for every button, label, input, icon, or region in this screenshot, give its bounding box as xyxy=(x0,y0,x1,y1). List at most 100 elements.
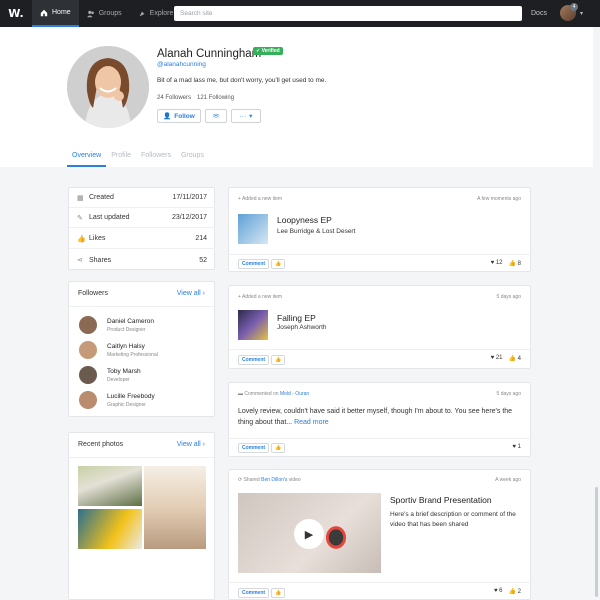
tab-followers[interactable]: Followers xyxy=(136,152,176,167)
play-button[interactable]: ▶ xyxy=(294,519,324,549)
video-thumbnail[interactable]: ▶ xyxy=(238,493,381,573)
groups-icon xyxy=(86,10,94,17)
photo-thumbnail[interactable] xyxy=(144,466,206,549)
logo[interactable]: W. xyxy=(0,0,32,27)
photo-thumbnail[interactable] xyxy=(78,509,142,549)
nav-tab-groups[interactable]: Groups xyxy=(79,0,130,27)
nav-tab-label: Explore xyxy=(149,10,174,17)
thumbs-up-icon: 👍 xyxy=(275,357,282,363)
album-cover[interactable] xyxy=(238,310,268,340)
avatar xyxy=(79,391,97,409)
scrollbar-thumb[interactable] xyxy=(595,487,598,597)
divider xyxy=(229,582,530,583)
feed-subtitle: Joseph Ashworth xyxy=(277,324,327,331)
profile-avatar xyxy=(67,46,149,128)
follower-item[interactable]: Caitlyn Halsy Marketing Professional xyxy=(79,341,158,359)
divider xyxy=(69,306,214,307)
divider xyxy=(229,438,530,439)
heart-count: ♥ 1 xyxy=(512,444,521,450)
feed-title[interactable]: Loopyness EP xyxy=(277,215,332,225)
photo-thumbnail[interactable] xyxy=(78,466,142,506)
thumbs-up-icon: 👍 xyxy=(275,445,282,451)
tab-groups[interactable]: Groups xyxy=(176,152,209,167)
info-row-created: ▦ Created 17/11/2017 xyxy=(69,188,215,208)
heart-count: ♥ 6 xyxy=(493,588,503,594)
tab-profile[interactable]: Profile xyxy=(106,152,136,167)
tab-overview[interactable]: Overview xyxy=(67,152,107,167)
feed-meta: ⟳ Shared Ben Dillon's video xyxy=(238,477,301,483)
following-count[interactable]: 121 Following xyxy=(197,95,234,101)
profile-actions: 👤 Follow ✉ ··· ▾ xyxy=(157,109,261,123)
feed-actions: Comment 👍 xyxy=(238,443,286,453)
calendar-icon: ▦ xyxy=(77,194,84,202)
avatar xyxy=(79,316,97,334)
feed-item: ⟳ Shared Ben Dillon's video A week ago ▶… xyxy=(228,469,531,600)
add-user-icon: 👤 xyxy=(163,113,172,120)
feed-title[interactable]: Sportiv Brand Presentation xyxy=(390,495,492,505)
view-all-link[interactable]: View all › xyxy=(177,290,205,297)
comment-button[interactable]: Comment xyxy=(238,443,270,453)
card-title: Recent photos xyxy=(78,441,124,448)
like-count: 👍 4 xyxy=(508,356,521,362)
chevron-down-icon[interactable]: ▾ xyxy=(580,10,583,17)
comment-button[interactable]: Comment xyxy=(238,588,270,598)
like-button[interactable]: 👍 xyxy=(271,355,286,365)
envelope-icon: ✉ xyxy=(213,113,219,120)
like-button[interactable]: 👍 xyxy=(271,259,286,269)
divider xyxy=(69,457,214,458)
docs-link[interactable]: Docs xyxy=(531,0,547,27)
card-title: Followers xyxy=(78,290,108,297)
scrollbar[interactable] xyxy=(593,27,600,600)
feed-counts: ♥ 12 👍 8 xyxy=(491,260,521,267)
plus-icon: + xyxy=(238,196,241,202)
like-button[interactable]: 👍 xyxy=(271,443,286,453)
feed-meta: + Added a new item xyxy=(238,294,283,300)
message-button[interactable]: ✉ xyxy=(205,109,227,123)
info-row-shares: ⋖ Shares 52 xyxy=(77,256,207,265)
feed-actions: Comment 👍 xyxy=(238,355,286,365)
heart-count: ♥ 12 xyxy=(490,260,503,266)
recent-photos-card: Recent photos View all › xyxy=(68,432,215,600)
follower-item[interactable]: Toby Marsh Developer xyxy=(79,366,141,384)
share-icon: ⟳ xyxy=(238,477,243,483)
follower-item[interactable]: Lucille Freebody Graphic Designer xyxy=(79,391,155,409)
like-count: 👍 8 xyxy=(508,261,521,267)
feed-time: A few moments ago xyxy=(477,196,521,202)
play-icon: ▶ xyxy=(304,528,314,541)
divider xyxy=(229,254,530,255)
heart-count: ♥ 21 xyxy=(490,355,503,361)
info-row-likes: 👍 Likes 214 xyxy=(69,229,215,249)
album-cover[interactable] xyxy=(238,214,268,244)
feed-counts: ♥ 1 xyxy=(512,444,521,450)
feed-time: A week ago xyxy=(495,477,521,483)
feed-time: 5 days ago xyxy=(496,294,521,300)
profile-tabs: Overview Profile Followers Groups xyxy=(67,152,209,167)
follow-button[interactable]: 👤 Follow xyxy=(157,109,201,123)
feed-comment: Lovely review, couldn't have said it bet… xyxy=(238,408,513,426)
profile-header: Alanah Cunningham ✓ Verified @alanahcunn… xyxy=(0,27,600,167)
feed-title[interactable]: Falling EP xyxy=(277,313,316,323)
comment-icon: ▬ xyxy=(238,391,243,397)
avatar xyxy=(79,366,97,384)
read-more-link[interactable]: Read more xyxy=(294,419,329,426)
feed-actions: Comment 👍 xyxy=(238,259,286,269)
search-input[interactable]: Search site xyxy=(174,6,522,21)
nav-tab-label: Groups xyxy=(98,10,122,17)
followers-card: Followers View all › Daniel Cameron Produ… xyxy=(68,281,215,417)
profile-handle[interactable]: @alanahcunning xyxy=(157,61,206,68)
like-count: 👍 2 xyxy=(508,589,521,595)
followers-count[interactable]: 24 Followers xyxy=(157,95,191,101)
divider xyxy=(229,349,530,350)
view-all-link[interactable]: View all › xyxy=(177,441,205,448)
feed-counts: ♥ 21 👍 4 xyxy=(491,355,521,362)
more-button[interactable]: ··· ▾ xyxy=(231,109,261,123)
nav-tab-label: Home xyxy=(52,9,71,16)
feed-item: ▬ Commented on Mold - Ouran 5 days ago L… xyxy=(228,382,531,457)
feed-time: 5 days ago xyxy=(496,391,521,397)
comment-button[interactable]: Comment xyxy=(238,355,270,365)
nav-tab-home[interactable]: Home xyxy=(32,0,79,27)
follower-item[interactable]: Daniel Cameron Product Designer xyxy=(79,316,154,334)
feed-meta: ▬ Commented on Mold - Ouran xyxy=(238,391,310,397)
comment-button[interactable]: Comment xyxy=(238,259,270,269)
like-button[interactable]: 👍 xyxy=(271,588,286,598)
